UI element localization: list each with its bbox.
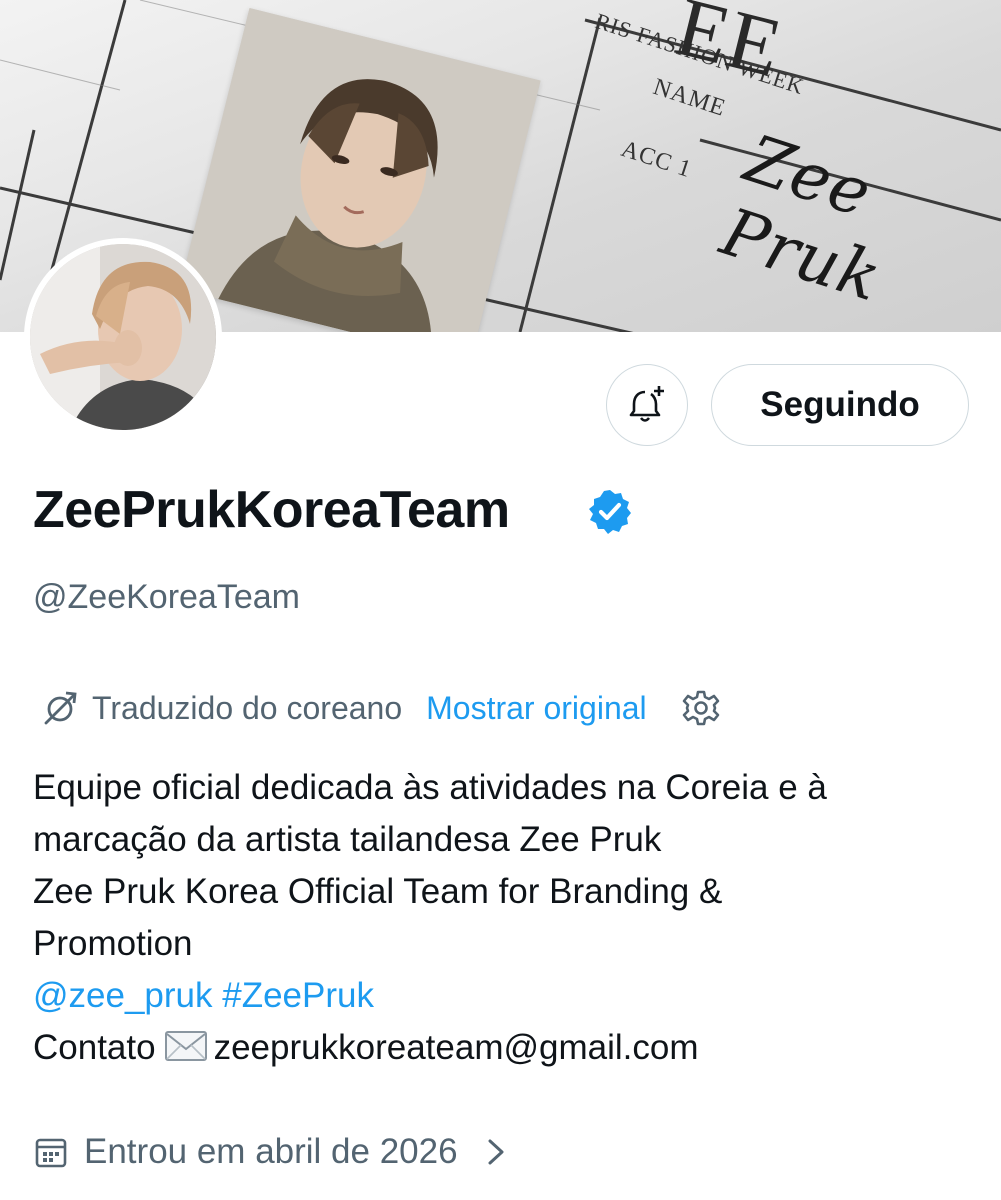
bell-plus-icon bbox=[629, 386, 664, 422]
bio-contact-line: Contato zeeprukkoreateam@gmail.com bbox=[33, 1022, 973, 1074]
hashtag-link[interactable]: #ZeePruk bbox=[222, 976, 374, 1015]
show-original-link[interactable]: Mostrar original bbox=[426, 690, 647, 727]
contact-email[interactable]: zeeprukkoreateam@gmail.com bbox=[214, 1028, 699, 1067]
bio-links-line: @zee_pruk #ZeePruk bbox=[33, 970, 973, 1022]
bio-line: Zee Pruk Korea Official Team for Brandin… bbox=[33, 872, 723, 911]
username-handle: @ZeeKoreaTeam bbox=[33, 578, 300, 616]
profile-bio: Equipe oficial dedicada às atividades na… bbox=[33, 762, 973, 1074]
bio-line: marcação da artista tailandesa Zee Pruk bbox=[33, 820, 662, 859]
mention-link[interactable]: @zee_pruk bbox=[33, 976, 213, 1015]
contact-label: Contato bbox=[33, 1028, 156, 1067]
chevron-right-icon bbox=[488, 1139, 504, 1165]
notifications-button[interactable] bbox=[606, 364, 688, 446]
joined-date-text: Entrou em abril de 2026 bbox=[84, 1132, 458, 1171]
translation-row: Traduzido do coreano Mostrar original bbox=[40, 688, 721, 728]
verified-badge-icon[interactable] bbox=[586, 488, 634, 536]
display-name: ZeePrukKoreaTeam bbox=[33, 481, 510, 539]
avatar[interactable] bbox=[24, 238, 222, 436]
calendar-icon bbox=[35, 1138, 67, 1168]
following-button[interactable]: Seguindo bbox=[711, 364, 969, 446]
gear-icon[interactable] bbox=[681, 688, 721, 728]
joined-date-row[interactable]: Entrou em abril de 2026 bbox=[34, 1130, 508, 1174]
avatar-image bbox=[30, 244, 216, 430]
translated-from-label: Traduzido do coreano bbox=[92, 689, 403, 726]
bio-line: Promotion bbox=[33, 924, 193, 963]
translate-icon bbox=[44, 691, 77, 725]
envelope-icon bbox=[164, 1031, 207, 1061]
bio-line: Equipe oficial dedicada às atividades na… bbox=[33, 768, 827, 807]
